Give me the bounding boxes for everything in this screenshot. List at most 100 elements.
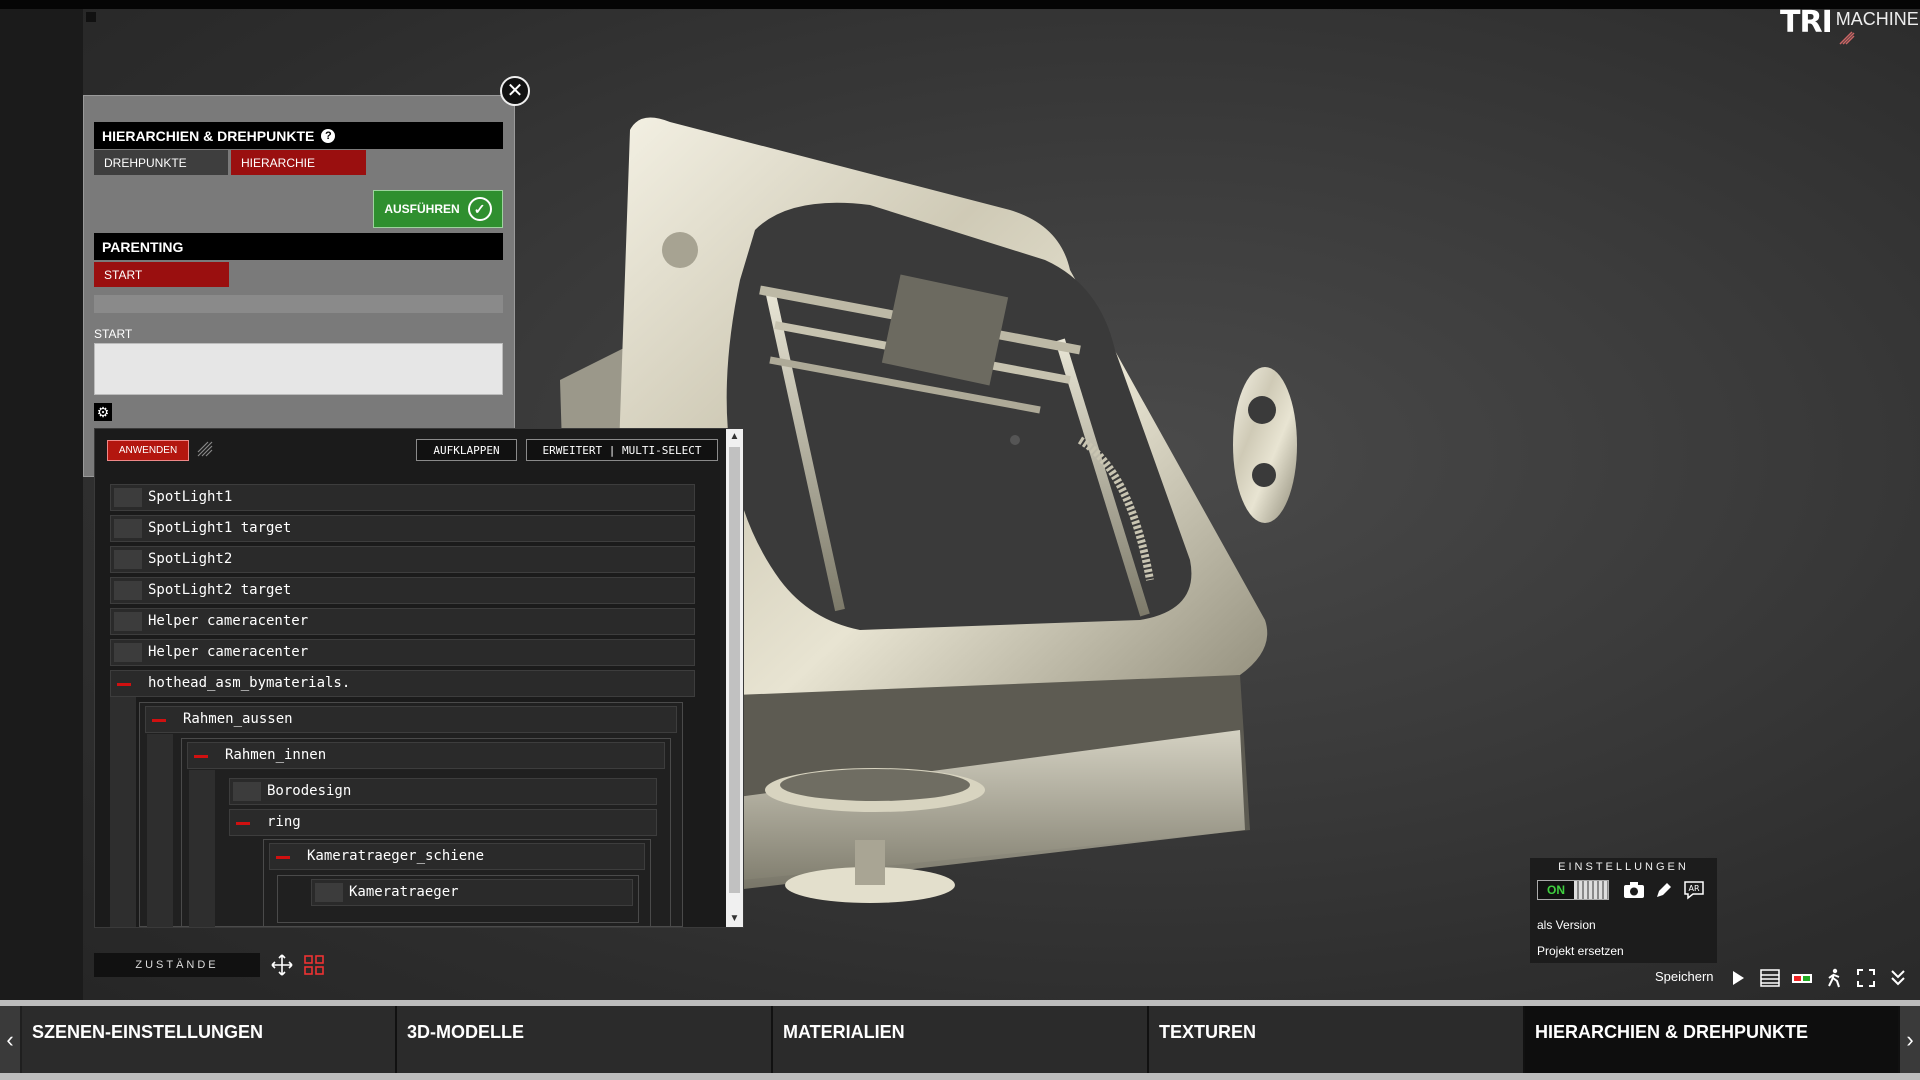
checkmark-icon: ✓ <box>467 197 492 221</box>
replace-project-link[interactable]: Projekt ersetzen <box>1537 944 1712 958</box>
parenting-bar <box>94 295 503 313</box>
save-label: Speichern <box>1655 969 1714 984</box>
node-handle <box>114 519 142 538</box>
on-toggle[interactable]: ON <box>1537 880 1609 900</box>
nav-bottom-border <box>0 1073 1920 1080</box>
tab-hierarchien-drehpunkte[interactable]: HIERARCHIEN & DREHPUNKTE <box>1525 1006 1900 1073</box>
tab-hierarchie[interactable]: HIERARCHIE <box>231 150 366 175</box>
collapse-icon[interactable] <box>236 822 250 825</box>
bottom-navigation: ‹ SZENEN-EINSTELLUNGEN 3D-MODELLE MATERI… <box>0 1000 1920 1080</box>
parenting-title: PARENTING <box>102 238 184 255</box>
hierarchy-tree-panel: ANWENDEN AUFKLAPPEN ERWEITERT | MULTI-SE… <box>94 428 744 928</box>
collapse-icon[interactable] <box>276 856 290 859</box>
list-item[interactable]: SpotLight2 <box>110 546 695 573</box>
tab-3d-modelle[interactable]: 3D-MODELLE <box>397 1006 773 1073</box>
node-label: SpotLight1 target <box>148 520 292 536</box>
tree-node-expanded[interactable]: Kameratraeger_schiene <box>269 843 645 870</box>
node-label: SpotLight2 <box>148 551 233 567</box>
top-bar <box>0 0 1920 9</box>
list-item[interactable]: SpotLight1 <box>110 484 695 511</box>
tab-szenen-einstellungen[interactable]: SZENEN-EINSTELLUNGEN <box>22 1006 397 1073</box>
start-tab[interactable]: START <box>94 262 229 287</box>
node-handle <box>114 488 142 507</box>
toggle-label: ON <box>1547 883 1565 897</box>
move-icon[interactable] <box>270 953 294 977</box>
collapse-icon[interactable] <box>152 719 166 722</box>
node-label: Kameratraeger <box>349 884 459 900</box>
node-handle <box>315 883 343 902</box>
tab-texturen[interactable]: TEXTUREN <box>1149 1006 1525 1073</box>
tab-materialien[interactable]: MATERIALIEN <box>773 1006 1149 1073</box>
chevron-left-icon: ‹ <box>6 1026 14 1052</box>
close-panel-button[interactable]: ✕ <box>500 76 530 106</box>
logo-mark-icon <box>1839 31 1855 45</box>
glasses-svg <box>1792 974 1812 983</box>
ar-svg: AR <box>1684 881 1704 900</box>
start-label: START <box>94 327 133 341</box>
nav-prev-button[interactable]: ‹ <box>0 1006 20 1073</box>
list-item[interactable]: Helper cameracenter <box>110 608 695 635</box>
camera-icon[interactable] <box>1622 878 1646 902</box>
collapse-icon[interactable] <box>117 683 131 686</box>
node-handle <box>233 782 261 801</box>
tree-indent-guide <box>147 734 173 927</box>
play-svg <box>1733 971 1744 985</box>
help-icon[interactable]: ? <box>321 128 336 143</box>
pen-svg <box>1657 883 1671 897</box>
apply-button[interactable]: ANWENDEN <box>107 440 189 461</box>
execute-label: AUSFÜHREN <box>384 202 460 216</box>
list-item[interactable]: SpotLight2 target <box>110 577 695 604</box>
node-label: SpotLight1 <box>148 489 233 505</box>
fullscreen-svg <box>1857 969 1875 987</box>
chevrons-svg <box>1891 970 1905 986</box>
chevron-right-icon: › <box>1906 1026 1914 1052</box>
node-label: Rahmen_aussen <box>183 711 293 727</box>
grid-icon[interactable] <box>302 953 326 977</box>
parenting-title-bar: PARENTING <box>94 233 503 260</box>
node-handle <box>114 581 142 600</box>
node-label: SpotLight2 target <box>148 582 292 598</box>
logo-tri: TRI <box>1780 5 1833 40</box>
start-textarea[interactable] <box>94 343 503 395</box>
ar-icon[interactable]: AR <box>1682 878 1706 902</box>
nav-next-button[interactable]: › <box>1900 1006 1920 1073</box>
list-item[interactable]: Borodesign <box>229 778 657 805</box>
camera-svg <box>1624 882 1644 898</box>
walk-icon[interactable] <box>1821 966 1847 990</box>
trimachine-logo: TRI MACHINE <box>1780 8 1919 48</box>
app-root: TRI MACHINE ✕ HIERARCHIEN & DREHPUNKTE ?… <box>0 0 1920 1080</box>
expand-button[interactable]: AUFKLAPPEN <box>416 439 517 461</box>
pen-icon[interactable] <box>1652 878 1676 902</box>
advanced-multiselect-button[interactable]: ERWEITERT | MULTI-SELECT <box>526 439 718 461</box>
save-as-version-link[interactable]: als Version <box>1537 918 1712 932</box>
walk-svg <box>1828 968 1840 988</box>
toggle-knob <box>1574 881 1608 899</box>
tree-node-expanded[interactable]: ring <box>229 809 657 836</box>
tree-node-expanded[interactable]: Rahmen_aussen <box>145 706 677 733</box>
collapse-icon[interactable] <box>194 755 208 758</box>
play-icon[interactable] <box>1725 966 1751 990</box>
list-item[interactable]: Helper cameracenter <box>110 639 695 666</box>
scroll-up-icon[interactable]: ▲ <box>726 429 743 443</box>
3d-glasses-icon[interactable] <box>1789 966 1815 990</box>
node-label: hothead_asm_bymaterials. <box>148 675 351 691</box>
states-label[interactable]: ZUSTÄNDE <box>94 953 260 977</box>
scroll-thumb[interactable] <box>729 447 740 893</box>
node-handle <box>114 612 142 631</box>
collapse-down-icon[interactable] <box>1885 966 1911 990</box>
gear-icon[interactable]: ⚙ <box>94 403 112 421</box>
fullscreen-icon[interactable] <box>1853 966 1879 990</box>
list-icon[interactable] <box>1757 966 1783 990</box>
corner-marker <box>86 12 96 22</box>
execute-button[interactable]: AUSFÜHREN ✓ <box>373 190 503 228</box>
tree-node-expanded[interactable]: hothead_asm_bymaterials. <box>110 670 695 697</box>
scroll-down-icon[interactable]: ▼ <box>726 911 743 925</box>
node-label: Helper cameracenter <box>148 644 309 660</box>
left-gutter <box>0 9 83 1000</box>
node-handle <box>114 550 142 569</box>
list-item[interactable]: Kameratraeger <box>311 879 633 906</box>
list-item[interactable]: SpotLight1 target <box>110 515 695 542</box>
tree-node-expanded[interactable]: Rahmen_innen <box>187 742 665 769</box>
tab-drehpunkte[interactable]: DREHPUNKTE <box>94 150 228 175</box>
tree-scrollbar[interactable]: ▲ ▼ <box>726 429 743 927</box>
